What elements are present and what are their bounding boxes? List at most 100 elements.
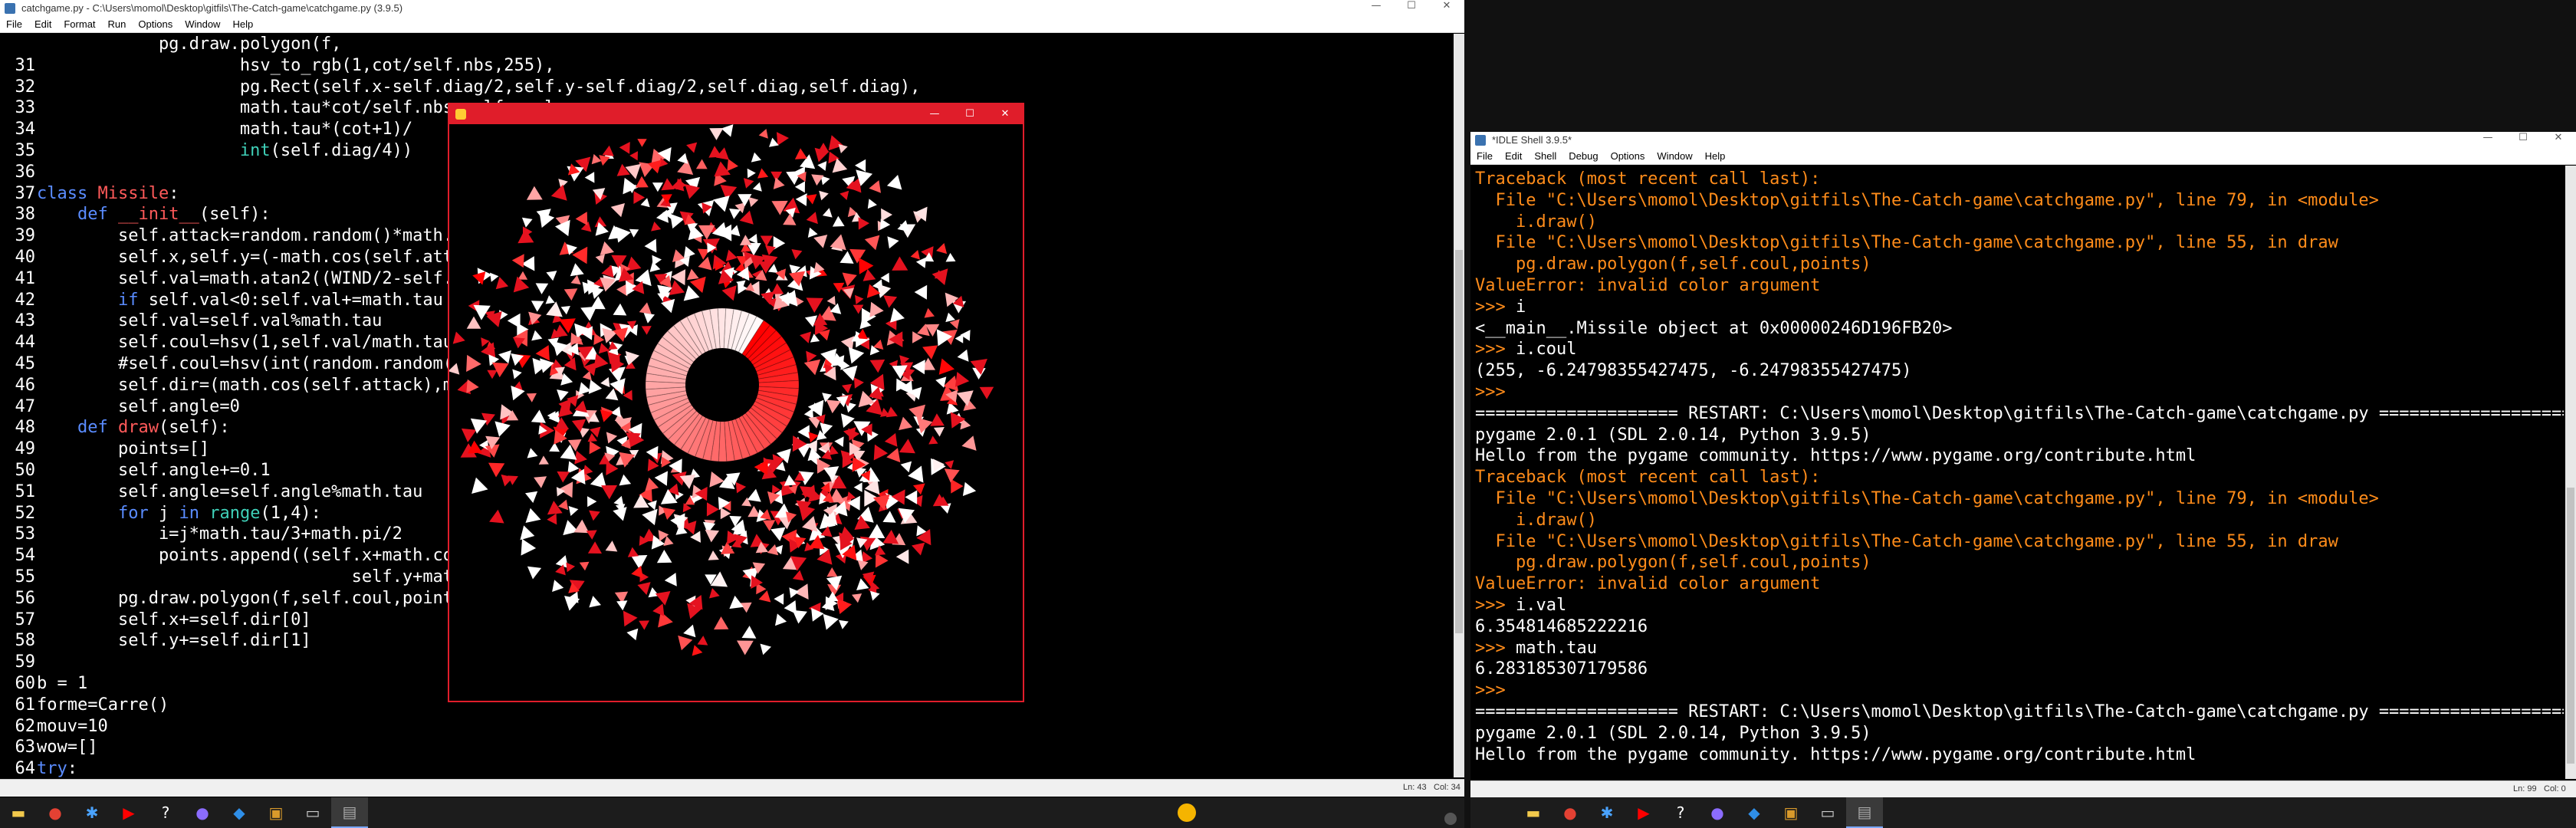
- missile-triangle: [587, 541, 602, 554]
- code-token: forme=Carre(): [37, 695, 169, 715]
- taskbar-app-button[interactable]: ▣: [258, 797, 294, 828]
- missile-triangle: [589, 596, 601, 608]
- shell-output-text: pygame 2.0.1 (SDL 2.0.14, Python 3.9.5): [1475, 425, 1871, 445]
- monitor-gap: [1464, 0, 1470, 828]
- taskbar-file-explorer-button[interactable]: ▬: [0, 797, 37, 828]
- missile-triangle: [687, 268, 699, 281]
- shell-minimize-button[interactable]: —: [2470, 132, 2505, 149]
- code-line[interactable]: 64try:: [0, 758, 1453, 777]
- missile-triangle: [566, 562, 576, 573]
- shell-titlebar[interactable]: *IDLE Shell 3.9.5* — ☐ ✕: [1470, 132, 2576, 149]
- line-number: 56: [15, 588, 36, 608]
- missile-triangle: [758, 129, 768, 139]
- pygame-icon: [455, 109, 466, 120]
- taskbar-file-explorer-button[interactable]: ▬: [1515, 797, 1552, 828]
- missile-triangle: [803, 359, 821, 376]
- menu-shell[interactable]: Shell: [1528, 149, 1562, 164]
- shell-line: >>> i.coul: [1475, 339, 2564, 360]
- shell-line: (255, -6.24798355427475, -6.247983554274…: [1475, 360, 2564, 382]
- taskbar-youtube-button[interactable]: ▶: [1625, 797, 1662, 828]
- missile-triangle: [520, 525, 535, 540]
- game-canvas[interactable]: [449, 124, 1023, 701]
- menu-options[interactable]: Options: [132, 17, 179, 32]
- menu-window[interactable]: Window: [1651, 149, 1698, 164]
- missile-triangle: [706, 502, 719, 517]
- shell-menubar: File Edit Shell Debug Options Window Hel…: [1470, 149, 2576, 165]
- line-number: 40: [15, 247, 36, 267]
- line-number: 54: [15, 546, 36, 566]
- pygame-minimize-button[interactable]: —: [917, 104, 952, 124]
- taskbar-app-button[interactable]: ▣: [1773, 797, 1809, 828]
- taskbar-help-button[interactable]: ?: [1662, 797, 1699, 828]
- missile-triangle: [574, 450, 587, 465]
- menu-file[interactable]: File: [1470, 149, 1499, 164]
- menu-help[interactable]: Help: [226, 17, 259, 32]
- missile-triangle: [671, 269, 686, 286]
- taskbar-pinwheel-button[interactable]: ✱: [74, 797, 110, 828]
- shell-line: ==================== RESTART: C:\Users\m…: [1475, 702, 2564, 723]
- pygame-titlebar[interactable]: — ☐ ✕: [449, 104, 1023, 124]
- missile-triangle: [855, 294, 864, 305]
- editor-titlebar[interactable]: catchgame.py - C:\Users\momol\Desktop\gi…: [0, 0, 1464, 17]
- notification-icon[interactable]: [1444, 813, 1457, 825]
- taskbar-chrome-button[interactable]: ●: [1552, 797, 1589, 828]
- taskbar-terminal-button[interactable]: ▭: [1809, 797, 1846, 828]
- code-token: self.angle=0: [37, 396, 240, 416]
- code-line[interactable]: 63wow=[]: [0, 737, 1453, 758]
- pygame-maximize-button[interactable]: ☐: [952, 104, 987, 124]
- taskbar-terminal-button[interactable]: ▭: [294, 797, 331, 828]
- shell-line: >>>: [1475, 680, 2564, 702]
- taskbar-vscode-button[interactable]: ◆: [221, 797, 258, 828]
- shell-output-text: 6.354814685222216: [1475, 616, 1648, 636]
- line-number: 55: [15, 567, 36, 586]
- code-line[interactable]: pg.draw.polygon(f,: [0, 34, 1453, 55]
- shell-output-text: ValueError: invalid color argument: [1475, 574, 1821, 594]
- missile-triangle: [826, 399, 841, 414]
- shell-scrollbar[interactable]: [2565, 166, 2576, 779]
- missile-triangle: [534, 476, 547, 488]
- minimize-button[interactable]: —: [1359, 0, 1394, 17]
- missile-triangle: [848, 347, 865, 364]
- shell-close-button[interactable]: ✕: [2541, 132, 2576, 149]
- menu-window[interactable]: Window: [179, 17, 226, 32]
- missile-triangle: [900, 461, 912, 473]
- taskbar-github-button[interactable]: ●: [184, 797, 221, 828]
- missile-triangle: [786, 171, 802, 186]
- code-line[interactable]: 62mouv=10: [0, 716, 1453, 738]
- menu-options[interactable]: Options: [1605, 149, 1651, 164]
- shell-line: 6.283185307179586: [1475, 659, 2564, 680]
- missile-triangle: [840, 336, 855, 350]
- weather-icon[interactable]: [1178, 803, 1196, 822]
- code-line[interactable]: 31 hsv_to_rgb(1,cot/self.nbs,255),: [0, 55, 1453, 77]
- editor-scroll-thumb[interactable]: [1455, 250, 1463, 633]
- shell-output[interactable]: Traceback (most recent call last): File …: [1475, 169, 2564, 782]
- pygame-window[interactable]: — ☐ ✕: [448, 103, 1024, 702]
- taskbar-idle-button[interactable]: ▤: [331, 797, 368, 828]
- menu-edit[interactable]: Edit: [28, 17, 58, 32]
- code-line[interactable]: 32 pg.Rect(self.x-self.diag/2,self.y-sel…: [0, 77, 1453, 98]
- menu-edit[interactable]: Edit: [1499, 149, 1528, 164]
- taskbar-help-button[interactable]: ?: [147, 797, 184, 828]
- menu-help[interactable]: Help: [1699, 149, 1732, 164]
- taskbar-idle-button[interactable]: ▤: [1846, 797, 1883, 828]
- menu-format[interactable]: Format: [58, 17, 101, 32]
- taskbar-github-button[interactable]: ●: [1699, 797, 1736, 828]
- pygame-close-button[interactable]: ✕: [987, 104, 1023, 124]
- shell-maximize-button[interactable]: ☐: [2505, 132, 2541, 149]
- line-number: 46: [15, 375, 36, 395]
- maximize-button[interactable]: ☐: [1394, 0, 1429, 17]
- missile-triangle: [619, 142, 630, 154]
- menu-debug[interactable]: Debug: [1562, 149, 1604, 164]
- menu-run[interactable]: Run: [102, 17, 133, 32]
- taskbar-vscode-button[interactable]: ◆: [1736, 797, 1773, 828]
- editor-scrollbar[interactable]: [1454, 34, 1464, 777]
- missile-triangle: [616, 600, 628, 611]
- shell-scroll-thumb[interactable]: [2567, 488, 2574, 764]
- close-button[interactable]: ✕: [1429, 0, 1464, 17]
- taskbar-chrome-button[interactable]: ●: [37, 797, 74, 828]
- missile-triangle: [840, 413, 855, 428]
- taskbar-pinwheel-button[interactable]: ✱: [1589, 797, 1625, 828]
- menu-file[interactable]: File: [0, 17, 28, 32]
- taskbar-youtube-button[interactable]: ▶: [110, 797, 147, 828]
